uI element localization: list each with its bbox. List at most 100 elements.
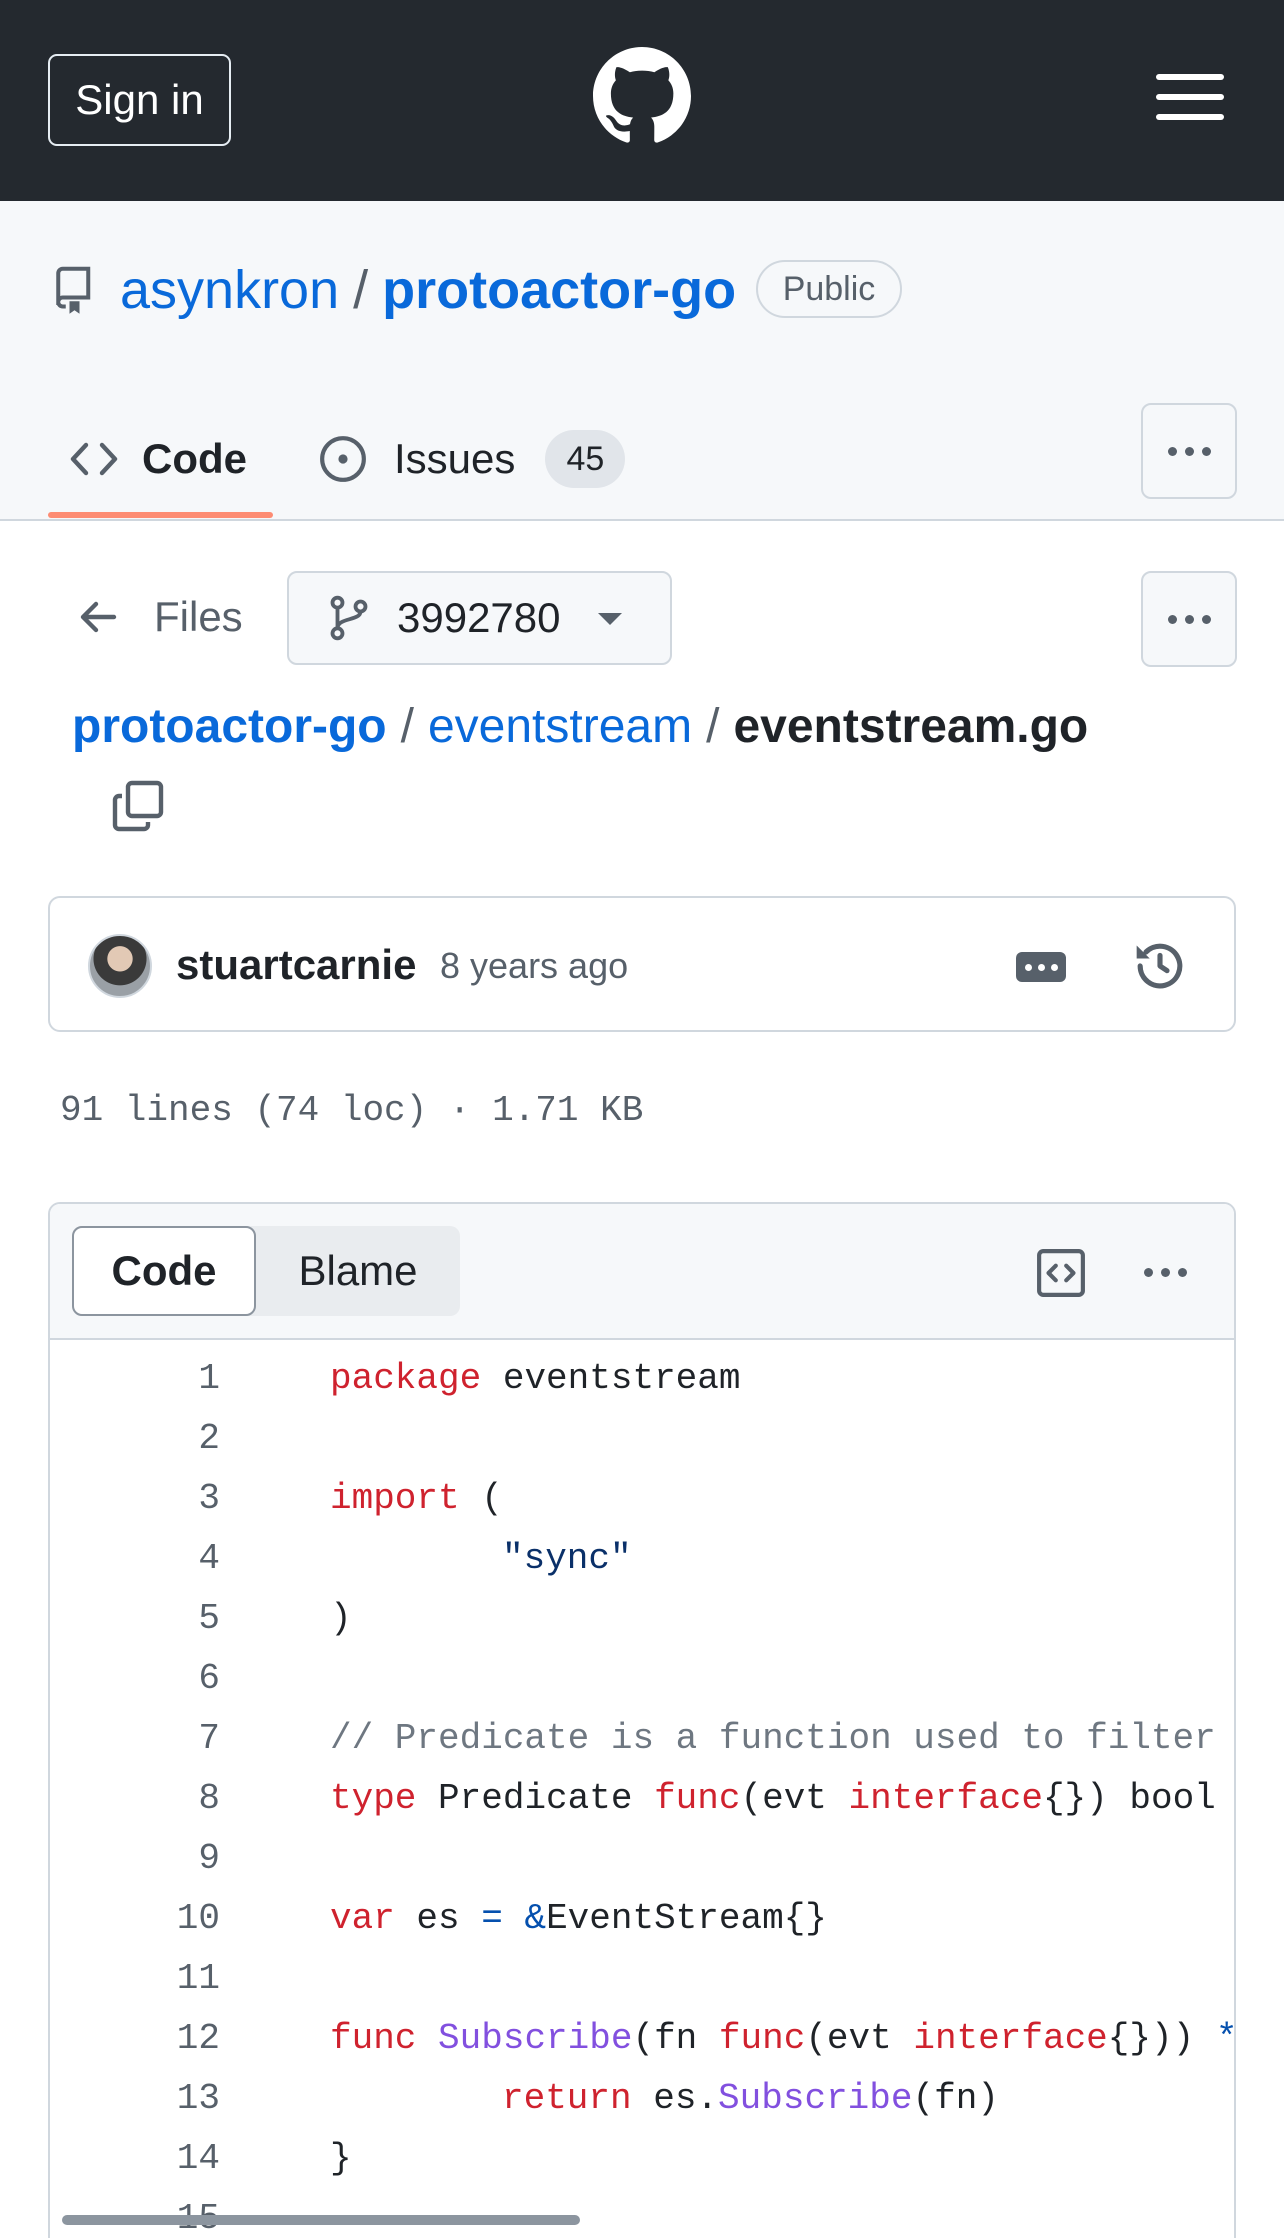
token: (fn [632,2017,719,2059]
line-number[interactable]: 4 [120,1538,220,1579]
code-line: 9 [50,1828,1234,1888]
code-line: 8 type Predicate func(evt interface{}) b… [50,1768,1234,1828]
breadcrumb: protoactor-go / eventstream / eventstream.go [72,695,1088,759]
file-info: 91 lines (74 loc) · 1.71 KB [60,1090,644,1131]
token: eventstream [481,1357,741,1399]
token: interface [913,2017,1108,2059]
arrow-left-icon [80,601,117,633]
files-back-label: Files [154,593,243,640]
line-source: import ( [330,1478,503,1519]
code-viewer-header: Code Blame [50,1204,1234,1340]
breadcrumb-dir-link[interactable]: eventstream [428,700,692,753]
line-number[interactable]: 7 [120,1718,220,1759]
code-viewer: Code Blame 1 package eventstream 2 3 imp… [48,1202,1236,2238]
line-number[interactable]: 12 [120,2018,220,2059]
token: Subscribe [718,2077,913,2119]
code-line: 4 "sync" [50,1528,1234,1588]
token: import [330,1477,460,1519]
token: "sync" [502,1537,632,1579]
visibility-badge: Public [756,260,902,318]
history-icon[interactable] [1132,938,1188,994]
line-source: var es = &EventStream{} [330,1898,827,1939]
breadcrumb-file: eventstream.go [733,700,1089,753]
triangle-down-icon [598,613,622,625]
code-icon [70,442,118,476]
code-square-icon[interactable] [1036,1248,1086,1298]
tab-code[interactable]: Code [48,400,273,518]
branch-selector[interactable]: 3992780 [287,571,672,665]
kebab-icon [1167,614,1211,624]
github-mark-icon[interactable] [593,47,691,145]
code-line: 5 ) [50,1588,1234,1648]
token: Predicate [416,1777,655,1819]
issue-opened-icon [320,436,366,482]
token: es. [631,2077,719,2119]
line-number[interactable]: 14 [120,2138,220,2179]
file-more-button[interactable] [1141,571,1237,667]
avatar[interactable] [88,934,152,998]
line-number[interactable]: 2 [120,1418,220,1459]
token: package [330,1357,482,1399]
branch-name: 3992780 [397,594,561,641]
code-line: 3 import ( [50,1468,1234,1528]
token: var [330,1897,395,1939]
token: func [330,2017,417,2059]
commit-message-expand-icon[interactable] [1016,952,1066,982]
token: EventStream{} [546,1897,827,1939]
code-line: 2 [50,1408,1234,1468]
copy-icon[interactable] [112,780,164,832]
token: & [524,1897,547,1939]
token: = [481,1897,503,1939]
token: {})) [1107,2017,1216,2059]
line-number[interactable]: 8 [120,1778,220,1819]
kebab-icon[interactable] [1144,1268,1187,1277]
repo-name-link[interactable]: protoactor-go [382,260,736,320]
line-number[interactable]: 11 [120,1958,220,1999]
latest-commit-box: stuartcarnie 8 years ago [48,896,1236,1032]
code-line: 10 var es = &EventStream{} [50,1888,1234,1948]
hamburger-icon[interactable] [1156,74,1224,120]
token: (fn) [912,2077,999,2119]
token: Subscribe [438,2017,633,2059]
line-number[interactable]: 6 [120,1658,220,1699]
blame-view-button[interactable]: Blame [256,1226,460,1316]
tab-issues[interactable]: Issues 45 [318,400,626,518]
breadcrumb-repo-link[interactable]: protoactor-go [72,700,387,753]
repo-more-button[interactable] [1141,403,1237,499]
files-back-button[interactable]: Files [78,575,243,659]
repo-owner-link[interactable]: asynkron [120,260,339,320]
line-source: "sync" [502,1538,632,1579]
selected-tab-indicator [48,512,273,518]
sign-in-button[interactable]: Sign in [48,54,231,146]
token: ) [330,1597,352,1639]
line-number[interactable]: 3 [120,1478,220,1519]
code-view-button[interactable]: Code [72,1226,256,1316]
line-source: type Predicate func(evt interface{}) boo… [330,1778,1216,1819]
line-source: package eventstream [330,1358,740,1399]
app-header: Sign in [0,0,1284,201]
code-line: 6 [50,1648,1234,1708]
code-line: 1 package eventstream [50,1348,1234,1408]
horizontal-scrollbar[interactable] [62,2215,580,2225]
token: type [330,1777,417,1819]
commit-time: 8 years ago [440,945,629,986]
code-line: 14 } [50,2128,1234,2188]
token: (evt [740,1777,849,1819]
token: } [330,2137,352,2179]
line-number[interactable]: 9 [120,1838,220,1879]
repo-separator: / [353,260,369,320]
repo-title: asynkron / protoactor-go [120,258,736,322]
token: func [718,2017,806,2059]
token: es [394,1897,482,1939]
breadcrumb-separator: / [400,700,414,753]
git-branch-icon [330,595,368,641]
line-number[interactable]: 1 [120,1358,220,1399]
token: {}) bool [1042,1777,1216,1819]
line-number[interactable]: 5 [120,1598,220,1639]
line-number[interactable]: 10 [120,1898,220,1939]
commit-author[interactable]: stuartcarnie [176,940,416,990]
issues-count-badge: 45 [545,430,626,488]
line-source: // Predicate is a function used to filte… [330,1718,1216,1759]
code-line: 11 [50,1948,1234,2008]
line-number[interactable]: 13 [120,2078,220,2119]
